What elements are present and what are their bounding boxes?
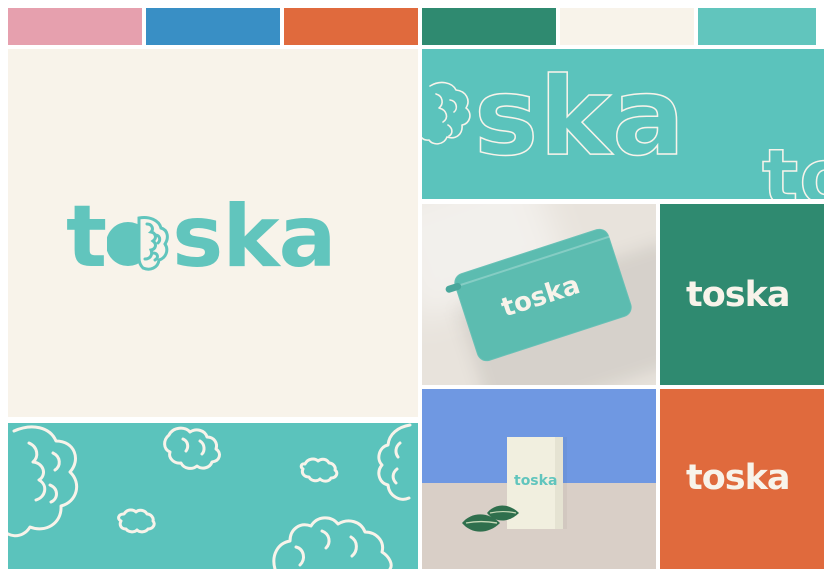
leaf-icon [487,505,519,521]
main-logo-rest: ska [172,187,336,287]
brain-pattern [8,423,412,569]
palette-swatch-pink [8,8,142,45]
orange-logo-card: toska [660,389,824,569]
palette-swatch-cream [560,8,694,45]
outline-banner-panel: ska to [422,49,824,199]
pouch-photo-panel: toska [422,204,656,385]
green-card-logo: toska [686,275,791,315]
green-logo-card: toska [660,204,824,385]
brain-pattern-panel [8,423,418,569]
orange-card-logo: toska [686,458,791,498]
outline-text: ska [473,55,686,180]
palette-swatch-green [422,8,556,45]
outline-text-small: to [761,132,824,199]
brain-icon [106,204,171,271]
pouch-logo: toska [497,270,584,324]
brain-icon [422,81,471,145]
palette-swatch-orange [284,8,418,45]
box-logo: toska [514,473,558,489]
main-logo-letter-t: t [66,187,107,287]
palette-swatch-teal [698,8,816,45]
main-logo-panel: t ska [8,49,418,417]
main-logo: t ska [66,187,337,287]
box-photo-panel: toska [422,389,656,569]
palette-swatch-blue [146,8,280,45]
